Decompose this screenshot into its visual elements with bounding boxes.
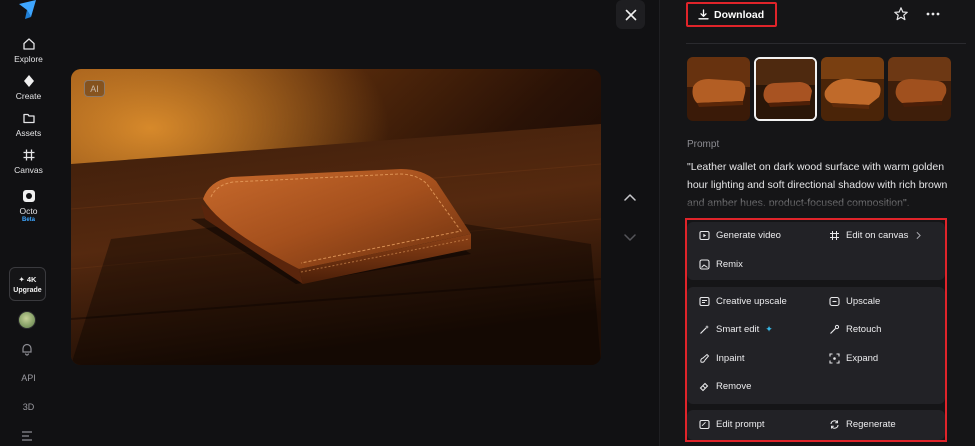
sidebar-nav: Explore Create Assets Canvas Octo Beta ✦… <box>0 0 57 446</box>
favorite-star-icon[interactable] <box>893 6 909 22</box>
close-button[interactable] <box>616 0 645 29</box>
variant-thumbnail-3[interactable] <box>821 57 884 121</box>
diamond-icon <box>23 75 34 87</box>
previous-image-chevron-up-icon[interactable] <box>622 190 638 204</box>
download-label: Download <box>714 8 765 21</box>
sidebar-item-assets[interactable]: Assets <box>0 111 57 138</box>
prompt-label: Prompt <box>687 139 720 150</box>
download-icon <box>698 9 709 20</box>
home-icon <box>22 38 35 50</box>
wallet-photo <box>71 69 601 365</box>
sidebar-item-label: Octo <box>19 206 38 216</box>
sidebar-item-api[interactable]: API <box>0 373 57 383</box>
canvas-grid-icon <box>23 149 34 161</box>
sidebar-item-3d[interactable]: 3D <box>0 402 57 412</box>
app-logo-icon[interactable] <box>17 0 39 20</box>
variant-thumbnail-2[interactable] <box>754 57 817 121</box>
ai-badge: AI <box>84 80 105 97</box>
sidebar-item-label: Explore <box>14 54 43 64</box>
octo-icon <box>22 190 35 202</box>
sidebar-item-octo[interactable]: Octo Beta <box>0 189 57 223</box>
folder-icon <box>22 113 35 124</box>
generated-image <box>71 69 601 365</box>
next-image-chevron-down-icon[interactable] <box>622 231 638 245</box>
sidebar-item-label: Create <box>15 91 42 101</box>
sidebar-item-create[interactable]: Create <box>0 74 57 101</box>
sidebar-item-label: Assets <box>15 128 42 138</box>
beta-badge: Beta <box>21 217 35 223</box>
avatar[interactable] <box>18 311 36 329</box>
sidebar-item-explore[interactable]: Explore <box>0 37 57 64</box>
close-icon <box>625 9 636 20</box>
actions-highlight-box <box>685 218 947 442</box>
bell-icon[interactable] <box>20 342 34 356</box>
more-options-icon[interactable] <box>925 6 941 22</box>
variant-thumbnail-1[interactable] <box>687 57 750 121</box>
upgrade-label: Upgrade <box>13 286 42 294</box>
upgrade-button[interactable]: ✦ 4K Upgrade <box>9 267 46 301</box>
panel-divider <box>686 43 966 44</box>
upgrade-4k-label: ✦ 4K <box>18 274 37 284</box>
sidebar-item-label: Canvas <box>14 165 43 175</box>
variant-thumbnail-4[interactable] <box>888 57 951 121</box>
menu-icon[interactable] <box>21 430 33 442</box>
download-button[interactable]: Download <box>686 2 777 27</box>
prompt-fade-overlay <box>686 188 956 208</box>
sidebar-item-canvas[interactable]: Canvas <box>0 148 57 175</box>
